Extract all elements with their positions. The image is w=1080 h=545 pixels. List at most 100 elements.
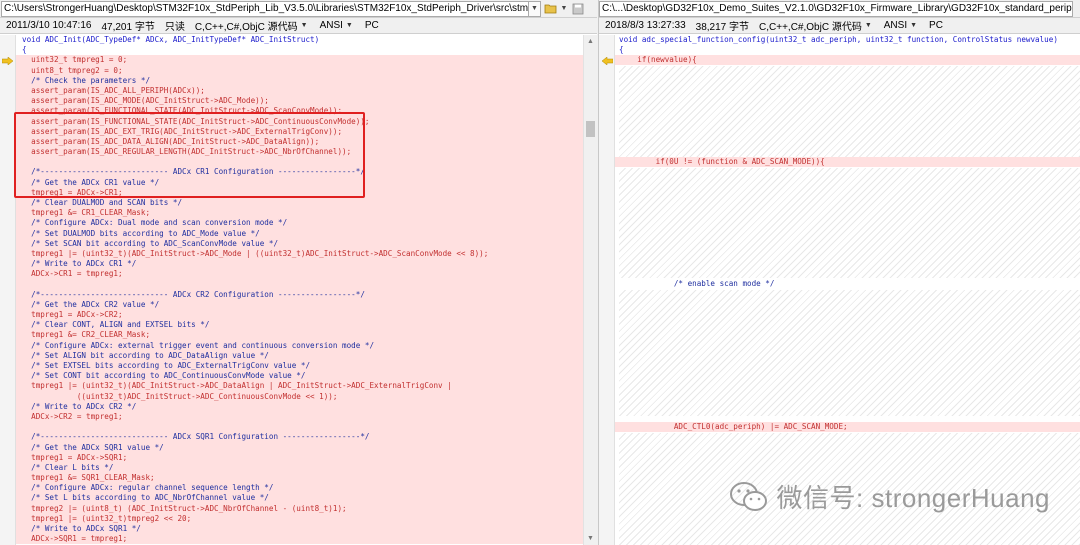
code-text: /* Check the parameters */ <box>22 75 151 85</box>
code-text: ADCx->CR2 = tmpreg1; <box>22 411 123 421</box>
chevron-down-icon: ▼ <box>910 22 918 29</box>
code-text: ADCx->SQR1 = tmpreg1; <box>22 534 128 544</box>
code-line: assert_param(IS_ADC_MODE(ADC_InitStruct-… <box>16 96 583 107</box>
left-path-text: C:\Users\StrongerHuang\Desktop\STM32F10x… <box>4 2 529 14</box>
right-file-size: 38,217 字节 <box>695 22 750 33</box>
left-path-dropdown-button[interactable]: ▼ <box>529 0 541 17</box>
left-path-input[interactable]: C:\Users\StrongerHuang\Desktop\STM32F10x… <box>1 0 529 17</box>
code-text: void ADC_Init(ADC_TypeDef* ADCx, ADC_Ini… <box>22 35 320 44</box>
code-line: uint32_t tmpreg1 = 0; <box>16 55 583 66</box>
missing-block-hatch <box>619 290 1080 416</box>
chevron-down-icon: ▼ <box>300 22 308 29</box>
code-text: tmpreg1 &= CR1_CLEAR_Mask; <box>22 208 151 218</box>
code-line: /* Write to ADCx CR1 */ <box>16 259 583 270</box>
code-line: /* Get the ADCx CR2 value */ <box>16 299 583 311</box>
code-line: /* Set CONT bit according to ADC_Continu… <box>16 371 583 382</box>
left-path-bar: C:\Users\StrongerHuang\Desktop\STM32F10x… <box>0 0 597 18</box>
code-line: /* Write to ADCx SQR1 */ <box>16 524 583 535</box>
code-text: /* Set EXTSEL bits according to ADC_Exte… <box>22 361 311 370</box>
left-line-ending-label: PC <box>364 20 379 31</box>
left-open-folder-button[interactable] <box>543 1 558 16</box>
watermark-text: 微信号: strongerHuang <box>776 483 1050 513</box>
left-code-area[interactable]: void ADC_Init(ADC_TypeDef* ADCx, ADC_Ini… <box>0 35 597 545</box>
code-line: { <box>615 45 1080 55</box>
code-line: /* Check the parameters */ <box>16 75 583 86</box>
code-text: /* Configure ADCx: external trigger even… <box>22 340 375 350</box>
code-line <box>16 279 583 290</box>
code-text: tmpreg1 |= (uint32_t)(ADC_InitStruct->AD… <box>22 248 489 258</box>
code-text: ((uint32_t)ADC_InitStruct->ADC_Continuou… <box>22 391 338 401</box>
code-line: tmpreg1 |= (uint32_t)(ADC_InitStruct->AD… <box>16 248 583 260</box>
code-text: /* Write to ADCx CR2 */ <box>22 401 137 411</box>
code-text: uint32_t tmpreg1 = 0; <box>22 55 128 65</box>
annotation-highlight-box <box>14 112 365 198</box>
code-text: if(newvalue){ <box>619 55 697 64</box>
code-line: tmpreg1 &= SQR1_CLEAR_Mask; <box>16 473 583 484</box>
code-line: /* Configure ADCx: Dual mode and scan co… <box>16 218 583 229</box>
code-text: tmpreg1 = ADCx->SQR1; <box>22 452 128 462</box>
code-text: /* Get the ADCx SQR1 value */ <box>22 442 164 452</box>
code-text: { <box>619 45 624 54</box>
code-text: tmpreg1 |= (uint32_t)(ADC_InitStruct->AD… <box>22 381 452 391</box>
left-open-dropdown-button[interactable]: ▼ <box>560 1 568 16</box>
right-encoding-label[interactable]: ANSI <box>884 20 907 31</box>
chevron-down-icon: ▼ <box>345 22 353 29</box>
code-text: ADC_CTL0(adc_periph) |= ADC_SCAN_MODE; <box>619 422 848 431</box>
code-line: tmpreg1 |= (uint32_t)(ADC_InitStruct->AD… <box>16 381 583 392</box>
code-line: ADCx->SQR1 = tmpreg1; <box>16 534 583 545</box>
code-text: /* Set DUALMOD bits according to ADC_Mod… <box>22 228 260 238</box>
code-line: /* enable scan mode */ <box>615 279 1080 289</box>
code-text: if(0U != (function & ADC_SCAN_MODE)){ <box>619 157 825 166</box>
left-scroll-thumb[interactable] <box>586 121 595 137</box>
right-code-area[interactable]: void adc_special_function_config(uint32_… <box>599 35 1080 545</box>
code-text: /* Write to ADCx SQR1 */ <box>22 524 141 533</box>
code-line: void adc_special_function_config(uint32_… <box>615 35 1080 45</box>
code-line: ADCx->CR2 = tmpreg1; <box>16 411 583 423</box>
code-text: tmpreg1 &= SQR1_CLEAR_Mask; <box>22 473 155 483</box>
missing-block-hatch <box>619 168 1080 278</box>
code-text: /* Set CONT bit according to ADC_Continu… <box>22 371 306 381</box>
right-line-ending-label: PC <box>929 20 943 31</box>
code-line: /* Set EXTSEL bits according to ADC_Exte… <box>16 361 583 372</box>
scroll-up-icon[interactable]: ▲ <box>584 35 597 48</box>
scroll-down-icon[interactable]: ▼ <box>584 532 597 545</box>
code-line: tmpreg1 = ADCx->CR2; <box>16 310 583 321</box>
folder-open-icon <box>544 4 556 13</box>
code-line: ADC_CTL0(adc_periph) |= ADC_SCAN_MODE; <box>615 422 1080 433</box>
code-line: /*---------------------------- ADCx SQR1… <box>16 432 583 443</box>
code-line: { <box>16 45 583 55</box>
right-path-bar: C:\...\Desktop\GD32F10x_Demo_Suites_V2.1… <box>599 0 1080 18</box>
code-line: void ADC_Init(ADC_TypeDef* ADCx, ADC_Ini… <box>16 35 583 45</box>
right-language-label[interactable]: C,C++,C#,ObjC 源代码 <box>759 18 862 33</box>
left-scrollbar[interactable]: ▲ ▼ <box>583 35 597 545</box>
code-text: /* Configure ADCx: regular channel seque… <box>22 483 274 493</box>
code-text: /* enable scan mode */ <box>619 279 775 288</box>
code-text: /* Set SCAN bit according to ADC_ScanCon… <box>22 238 279 248</box>
left-save-button[interactable] <box>570 1 585 16</box>
right-gutter <box>599 35 615 545</box>
code-line: ((uint32_t)ADC_InitStruct->ADC_Continuou… <box>16 391 583 402</box>
code-text: { <box>22 45 27 55</box>
code-line: tmpreg1 &= CR1_CLEAR_Mask; <box>16 208 583 219</box>
code-line: /* Set DUALMOD bits according to ADC_Mod… <box>16 228 583 239</box>
code-line: /* Clear DUALMOD and SCAN bits */ <box>16 198 583 209</box>
code-line: tmpreg1 |= (uint32_t)tmpreg2 << 20; <box>16 513 583 524</box>
code-text: /* Clear L bits */ <box>22 462 114 472</box>
code-text: /* Clear DUALMOD and SCAN bits */ <box>22 198 183 207</box>
code-text: assert_param(IS_ADC_ALL_PERIPH(ADCx)); <box>22 85 205 95</box>
left-language-label[interactable]: C,C++,C#,ObjC 源代码 <box>195 18 298 33</box>
code-text: /* Configure ADCx: Dual mode and scan co… <box>22 218 288 228</box>
code-line: /*---------------------------- ADCx CR2 … <box>16 289 583 300</box>
code-line <box>16 422 583 433</box>
right-path-input[interactable]: C:\...\Desktop\GD32F10x_Demo_Suites_V2.1… <box>599 0 1073 17</box>
code-text: /*---------------------------- ADCx CR2 … <box>22 289 365 299</box>
save-icon <box>572 3 583 14</box>
code-text: tmpreg1 &= CR2_CLEAR_Mask; <box>22 330 151 340</box>
left-encoding-label[interactable]: ANSI <box>320 20 343 31</box>
code-line: /* Write to ADCx CR2 */ <box>16 401 583 412</box>
code-text: tmpreg1 |= (uint32_t)tmpreg2 << 20; <box>22 513 192 523</box>
wechat-icon <box>729 481 767 511</box>
right-path-text: C:\...\Desktop\GD32F10x_Demo_Suites_V2.1… <box>602 2 1072 14</box>
code-line: if(newvalue){ <box>615 55 1080 66</box>
code-text: /* Write to ADCx CR1 */ <box>22 259 137 269</box>
